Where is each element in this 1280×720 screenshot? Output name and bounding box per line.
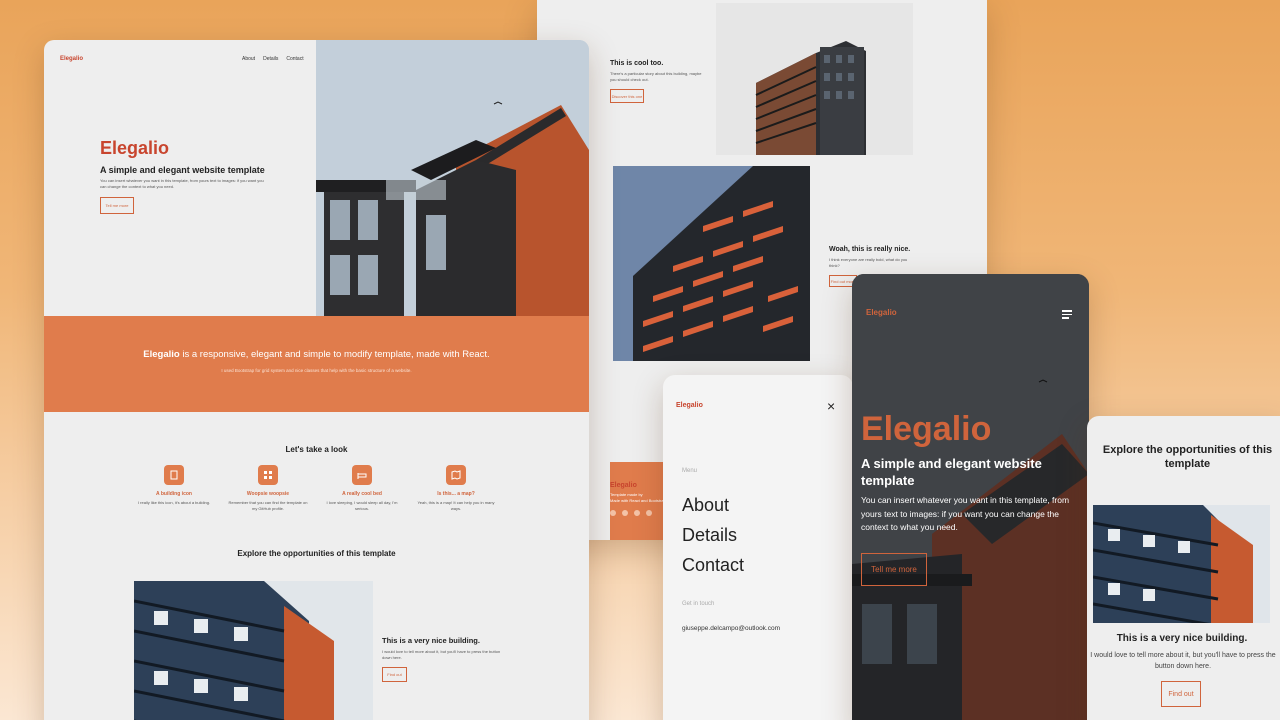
feature-title: A really cool bed [342, 491, 382, 497]
feature-title: Woopsie woopsie [246, 491, 290, 497]
building-icon [164, 465, 184, 485]
hero-title: Elegalio [100, 138, 170, 158]
nav-contact[interactable]: Contact [286, 56, 303, 62]
feature-text: Remember that you can find the template … [228, 500, 308, 511]
band-brand: Elegalio [143, 349, 180, 360]
footer-text-2: Made with React and Bootstrap [610, 498, 666, 503]
nav-about[interactable]: About [242, 56, 255, 62]
feature-text: Yeah, this is a map! It can help you in … [417, 500, 495, 511]
features-row: A building icon I really like this icon,… [134, 465, 496, 512]
wow-title: Woah, this is really nice. [829, 246, 911, 253]
dark-hero-button[interactable]: Tell me more [861, 553, 927, 586]
right-explore-title: Explore the opportunities of this templa… [1102, 444, 1273, 470]
feature-bed: A really cool bed I love sleeping, I wou… [322, 465, 402, 512]
grid-icon [258, 465, 278, 485]
right-find-out-button[interactable]: Find out [1161, 681, 1201, 707]
find-out-button[interactable]: Find out [382, 667, 407, 682]
feature-map: Is this... a map? Yeah, this is a map! I… [416, 465, 496, 512]
bed-icon [352, 465, 372, 485]
footer-brand: Elegalio [610, 482, 637, 489]
intro-band: Elegalio is a responsive, elegant and si… [44, 316, 589, 412]
menu-item-contact[interactable]: Contact [682, 555, 744, 576]
mobile-explore-screen: Explore the opportunities of this templa… [1087, 416, 1280, 720]
nice-text: I would love to tell more about it, but … [382, 649, 501, 660]
instagram-icon[interactable] [610, 510, 616, 516]
nav-details[interactable]: Details [263, 56, 278, 62]
hero-building-image [316, 40, 589, 316]
social-icons [610, 510, 652, 516]
look-title: Let's take a look [285, 445, 348, 454]
right-building-image [1093, 505, 1270, 623]
right-nice-text: I would love to tell more about it, but … [1090, 652, 1276, 670]
facebook-icon[interactable] [622, 510, 628, 516]
mobile-menu-screen: Elegalio × Menu About Details Contact Ge… [663, 375, 853, 720]
github-icon[interactable] [634, 510, 640, 516]
main-desktop-page: Elegalio About Details Contact Elegalio … [44, 40, 589, 720]
orange-balconies-image [613, 166, 810, 361]
explore-building-image [134, 581, 373, 720]
nav-brand[interactable]: Elegalio [60, 56, 83, 62]
dark-hero-text: You can insert whatever you want in this… [861, 495, 1070, 532]
footer-text-1: Template made by [610, 492, 643, 497]
hero-text-block: Elegalio A simple and elegant website te… [100, 138, 270, 214]
hero-text: You can insert whatever you want in this… [100, 178, 264, 189]
menu-item-details[interactable]: Details [682, 525, 744, 546]
wow-text: I think everyone are really bold, what d… [829, 257, 908, 268]
close-icon[interactable]: × [827, 398, 835, 414]
explore-title: Explore the opportunities of this templa… [237, 549, 396, 558]
hero-subtitle: A simple and elegant website template [100, 165, 265, 175]
feature-building: A building icon I really like this icon,… [134, 465, 214, 512]
contact-email[interactable]: giuseppe.delcampo@outlook.com [682, 625, 780, 632]
feature-text: I love sleeping, I would sleep all day, … [326, 500, 398, 511]
menu-list: About Details Contact [682, 495, 744, 576]
contact-label: Get in touch [682, 601, 715, 607]
tall-building-image [716, 3, 913, 155]
hero-button[interactable]: Tell me more [100, 197, 134, 214]
hamburger-menu-icon[interactable] [1062, 310, 1072, 319]
dark-hero-title: Elegalio [861, 410, 992, 448]
band-headline: Elegalio is a responsive, elegant and si… [44, 349, 589, 360]
nav-links: About Details Contact [242, 56, 304, 62]
cool-title: This is cool too. [610, 60, 664, 67]
band-rest: is a responsive, elegant and simple to m… [179, 349, 490, 360]
feature-woopsie: Woopsie woopsie Remember that you can fi… [228, 465, 308, 512]
feature-title: A building icon [156, 491, 192, 497]
nice-title: This is a very nice building. [382, 636, 480, 645]
menu-label: Menu [682, 468, 698, 474]
cool-section: This is cool too. There's a particular s… [610, 60, 705, 103]
map-icon [446, 465, 466, 485]
dark-hero-subtitle: A simple and elegant website template [861, 456, 1042, 488]
cool-text: There's a particular story about this bu… [610, 71, 702, 82]
menu-item-about[interactable]: About [682, 495, 744, 516]
dark-brand[interactable]: Elegalio [866, 308, 897, 317]
menu-brand[interactable]: Elegalio [676, 402, 703, 409]
band-subtext: I used Bootstrap for grid system and nic… [221, 368, 412, 373]
feature-title: Is this... a map? [437, 491, 475, 497]
right-nice-title: This is a very nice building. [1116, 633, 1248, 644]
linkedin-icon[interactable] [646, 510, 652, 516]
nice-building-section: This is a very nice building. I would lo… [382, 636, 507, 682]
dark-hero-block: Elegalio A simple and elegant website te… [861, 410, 1081, 535]
discover-button[interactable]: Discover this one [610, 89, 644, 103]
feature-text: I really like this icon, it's about a bu… [137, 500, 211, 505]
mobile-hero-screen: Elegalio Elegalio A simple and elegant w… [852, 274, 1089, 720]
